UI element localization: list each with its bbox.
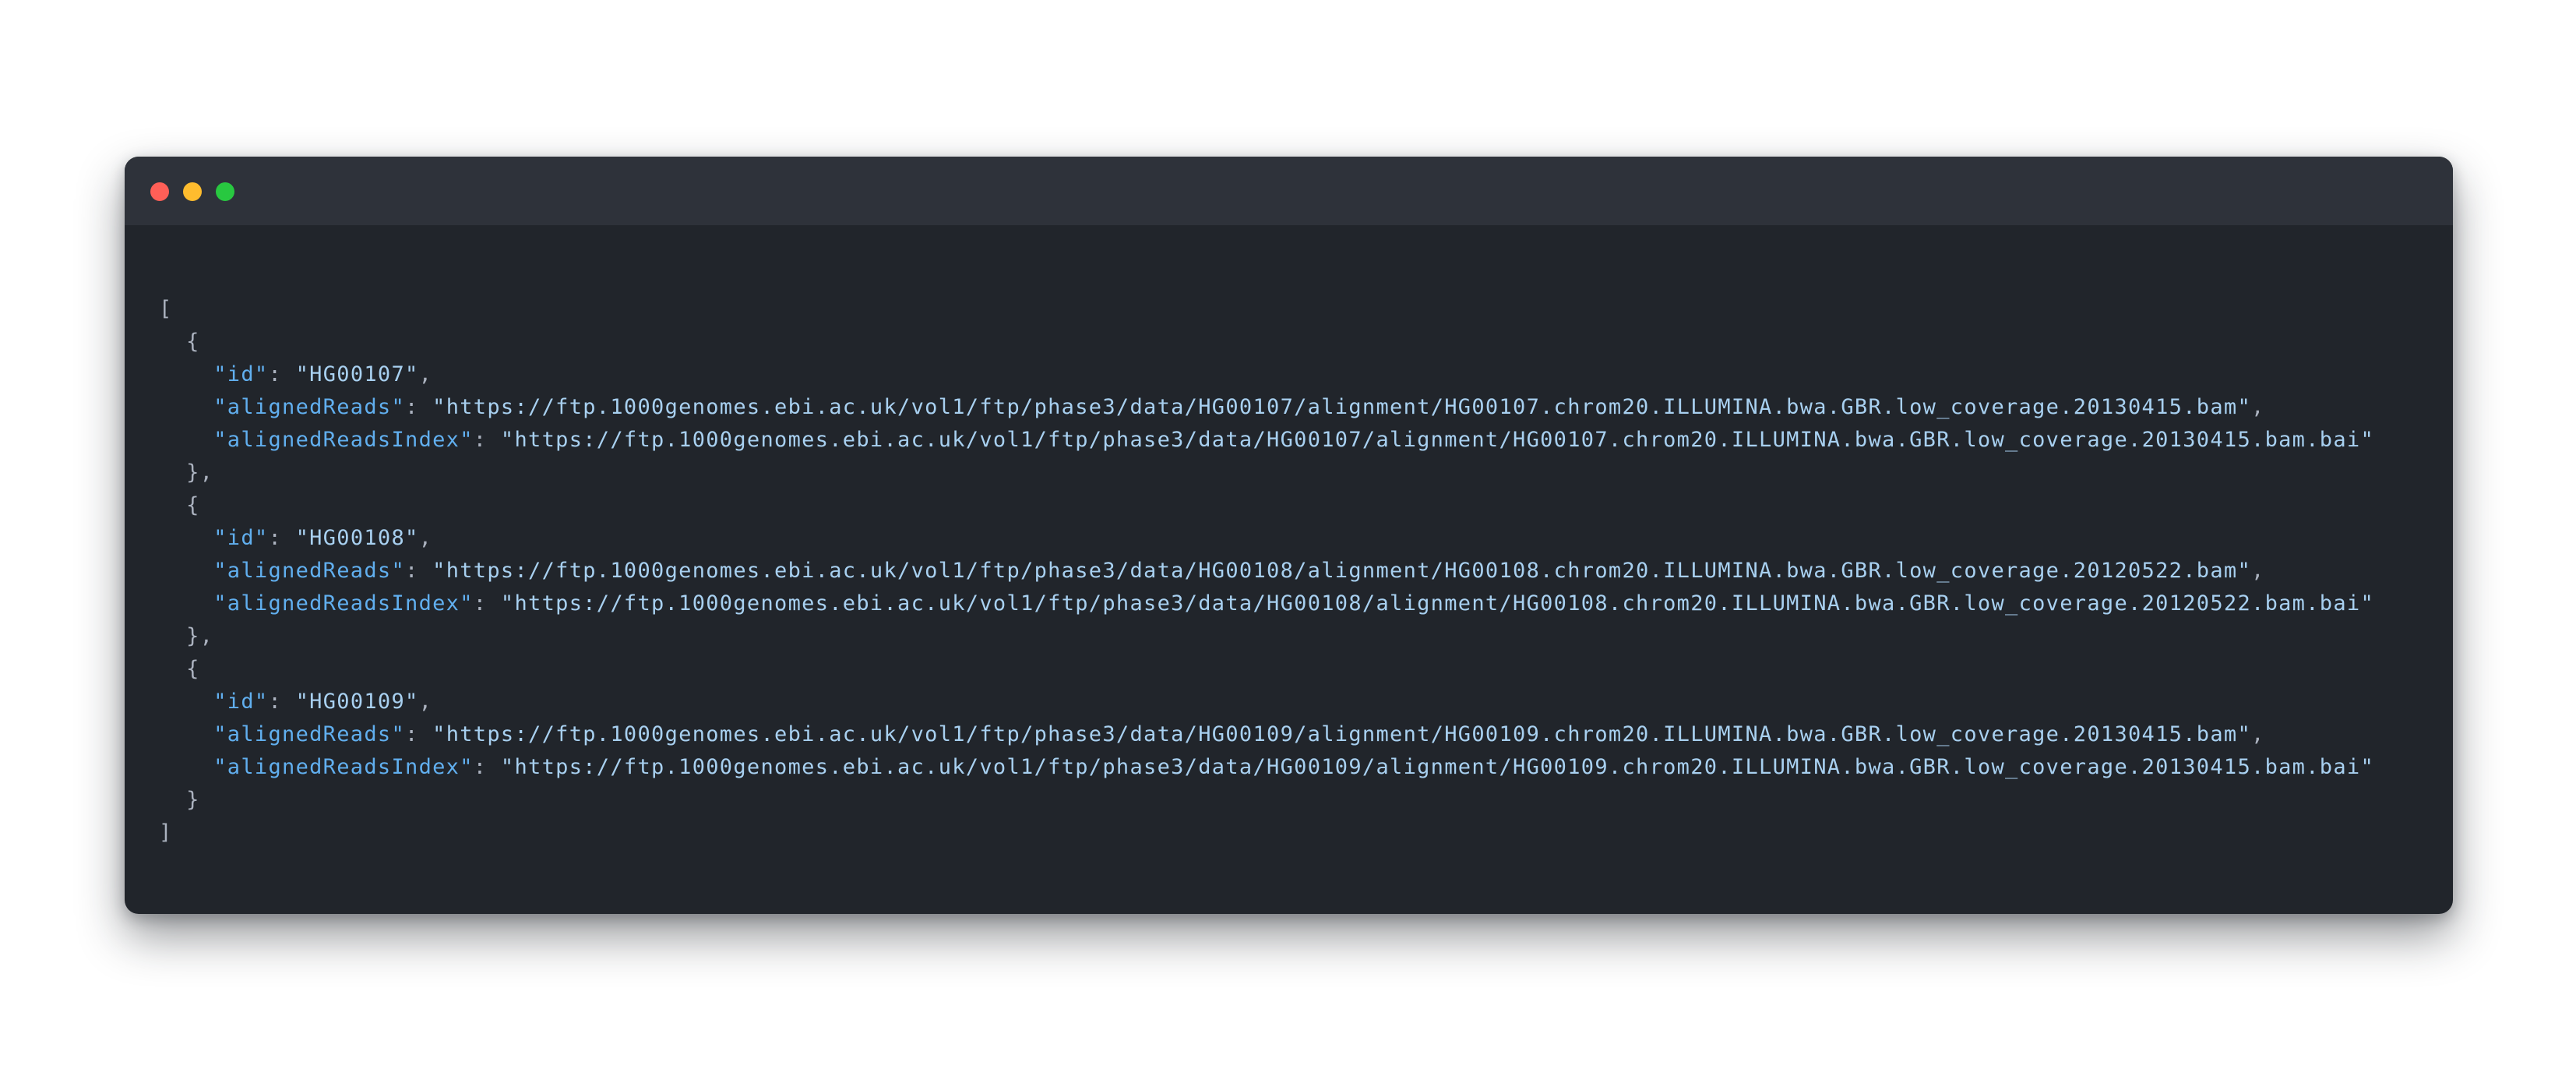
record-open-2: {	[159, 493, 200, 517]
json-value-aligned-reads-index: "https://ftp.1000genomes.ebi.ac.uk/vol1/…	[500, 755, 2375, 779]
minimize-window-button[interactable]	[183, 182, 202, 201]
json-value-id: "HG00109"	[295, 690, 419, 714]
json-key-id: "id"	[213, 526, 269, 550]
record-open-1: {	[159, 330, 200, 354]
json-value-aligned-reads: "https://ftp.1000genomes.ebi.ac.uk/vol1/…	[432, 559, 2252, 583]
json-value-id: "HG00107"	[295, 362, 419, 386]
window-titlebar	[125, 157, 2453, 225]
record-3-id-line: "id": "HG00109",	[213, 690, 433, 714]
json-value-aligned-reads-index: "https://ftp.1000genomes.ebi.ac.uk/vol1/…	[500, 428, 2375, 452]
maximize-window-button[interactable]	[216, 182, 234, 201]
record-close-1: },	[159, 457, 2374, 489]
json-value-aligned-reads: "https://ftp.1000genomes.ebi.ac.uk/vol1/…	[432, 395, 2252, 419]
json-key-aligned-reads-index: "alignedReadsIndex"	[213, 428, 474, 452]
record-2-aligned-reads-line: "alignedReads": "https://ftp.1000genomes…	[213, 559, 2265, 583]
record-close-2: },	[159, 620, 2374, 653]
record-close-brace: },	[186, 624, 214, 648]
array-close-bracket: ]	[159, 820, 173, 845]
record-1-aligned-reads-line: "alignedReads": "https://ftp.1000genomes…	[213, 395, 2265, 419]
record-3-aligned-reads-index-line: "alignedReadsIndex": "https://ftp.1000ge…	[213, 755, 2375, 779]
json-key-aligned-reads: "alignedReads"	[213, 559, 406, 583]
json-value-aligned-reads-index: "https://ftp.1000genomes.ebi.ac.uk/vol1/…	[500, 591, 2375, 616]
close-window-button[interactable]	[150, 182, 169, 201]
record-close-3: }	[159, 784, 2374, 817]
code-block: [ { "id": "HG00107", "alignedReads": "ht…	[159, 293, 2374, 849]
json-key-aligned-reads-index: "alignedReadsIndex"	[213, 755, 474, 779]
json-key-aligned-reads-index: "alignedReadsIndex"	[213, 591, 474, 616]
record-3-aligned-reads-line: "alignedReads": "https://ftp.1000genomes…	[213, 722, 2265, 746]
record-1-id-line: "id": "HG00107",	[213, 362, 433, 386]
json-value-id: "HG00108"	[295, 526, 419, 550]
record-1-aligned-reads-index-line: "alignedReadsIndex": "https://ftp.1000ge…	[213, 428, 2375, 452]
code-window: [ { "id": "HG00107", "alignedReads": "ht…	[125, 157, 2453, 914]
array-open-bracket: [	[159, 297, 173, 321]
json-key-id: "id"	[213, 690, 269, 714]
record-open-3: {	[159, 657, 200, 681]
record-2-aligned-reads-index-line: "alignedReadsIndex": "https://ftp.1000ge…	[213, 591, 2375, 616]
json-key-id: "id"	[213, 362, 269, 386]
record-2-id-line: "id": "HG00108",	[213, 526, 433, 550]
json-key-aligned-reads: "alignedReads"	[213, 722, 406, 746]
record-close-brace: }	[186, 788, 200, 812]
record-close-brace: },	[186, 460, 214, 485]
json-key-aligned-reads: "alignedReads"	[213, 395, 406, 419]
json-value-aligned-reads: "https://ftp.1000genomes.ebi.ac.uk/vol1/…	[432, 722, 2252, 746]
